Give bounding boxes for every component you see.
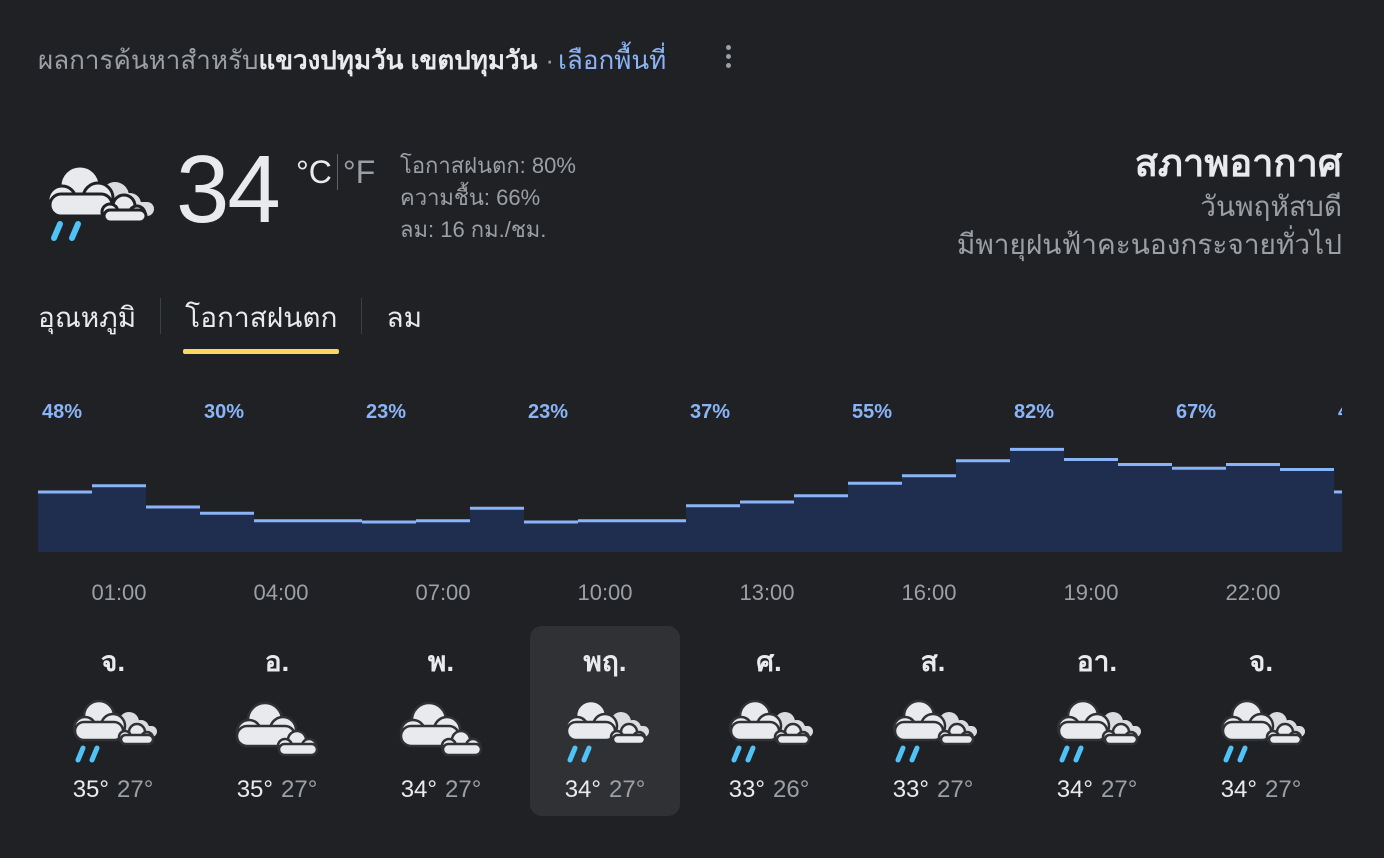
humidity-text: ความชื้น: 66%	[400, 185, 541, 210]
precipitation-label: 30%	[204, 401, 244, 423]
day-name: อา.	[1076, 646, 1118, 677]
more-options-icon[interactable]	[716, 40, 740, 72]
low-temp: 27°	[937, 776, 974, 803]
current-temperature: 34	[176, 136, 281, 243]
low-temp: 27°	[117, 776, 154, 803]
precipitation-chart: 48% 30% 23% 23% 37% 55% 82% 67% 4	[38, 401, 1342, 552]
low-temp: 27°	[1265, 776, 1302, 803]
high-temp: 34°	[1220, 776, 1257, 803]
day-card[interactable]: อา. 34° 27°	[1022, 626, 1172, 816]
day-card[interactable]: พ. 34° 27°	[366, 626, 516, 816]
wind-text: ลม: 16 กม./ชม.	[400, 217, 547, 242]
hour-label: 19:00	[1063, 580, 1119, 605]
hour-labels: 01:00 04:00 07:00 10:00 13:00 16:00 19:00 22:00	[38, 580, 1342, 612]
precipitation-text: โอกาสฝนตก: 80%	[400, 153, 576, 178]
hour-label: 04:00	[253, 580, 309, 605]
day-card[interactable]: ส. 33° 27°	[858, 626, 1008, 816]
day-card[interactable]: ศ. 33° 26°	[694, 626, 844, 816]
precipitation-label: 48%	[42, 401, 82, 423]
day-temperatures: 35° 27°	[38, 776, 188, 804]
unit-divider	[336, 154, 338, 190]
day-card[interactable]: พฤ. 34° 27°	[530, 626, 680, 816]
unit-toggle: °C °F	[296, 154, 375, 191]
precipitation-label: 37%	[690, 401, 730, 423]
rain-cloud-icon	[1056, 699, 1141, 763]
day-temperatures: 34° 27°	[1022, 776, 1172, 804]
fahrenheit-unit[interactable]: °F	[343, 154, 375, 191]
day-temperatures: 33° 27°	[858, 776, 1008, 804]
high-temp: 33°	[728, 776, 765, 803]
daily-forecast: จ. 35° 27° อ. 35° 27° พ. 34° 27° พฤ. 34° 27° ศ. …	[38, 626, 1342, 818]
precipitation-label: 23%	[366, 401, 406, 423]
rain-cloud-icon	[46, 164, 154, 241]
low-temp: 27°	[281, 776, 318, 803]
high-temp: 35°	[72, 776, 109, 803]
day-card[interactable]: จ. 35° 27°	[38, 626, 188, 816]
choose-area-link[interactable]: เลือกพื้นที่	[558, 40, 666, 81]
day-temperatures: 33° 26°	[694, 776, 844, 804]
day-temperatures: 34° 27°	[1186, 776, 1336, 804]
low-temp: 27°	[609, 776, 646, 803]
low-temp: 27°	[445, 776, 482, 803]
search-location-line: ผลการค้นหาสำหรับ แขวงปทุมวัน เขตปทุมวัน …	[38, 40, 666, 81]
hour-label: 10:00	[577, 580, 633, 605]
location-name: แขวงปทุมวัน เขตปทุมวัน	[258, 45, 538, 75]
day-name: ส.	[920, 646, 946, 677]
high-temp: 35°	[236, 776, 273, 803]
tab-wind[interactable]: ลม	[386, 292, 422, 354]
day-name: จ.	[1248, 646, 1274, 677]
precipitation-label: 23%	[528, 401, 568, 423]
precipitation-label: 67%	[1176, 401, 1216, 423]
chart-tabs: อุณหภูมิ โอกาสฝนตก ลม	[38, 292, 422, 354]
day-temperatures: 35° 27°	[202, 776, 352, 804]
day-card[interactable]: จ. 34° 27°	[1186, 626, 1336, 816]
hour-label: 13:00	[739, 580, 795, 605]
day-name: อ.	[264, 646, 290, 677]
rain-cloud-icon	[1220, 699, 1305, 763]
high-temp: 34°	[1056, 776, 1093, 803]
location-prefix: ผลการค้นหาสำหรับ	[38, 45, 259, 75]
cloud-icon	[399, 701, 483, 757]
day-name: พฤ.	[583, 646, 627, 677]
day-temperatures: 34° 27°	[530, 776, 680, 804]
tab-divider	[160, 298, 162, 334]
high-temp: 34°	[564, 776, 601, 803]
precipitation-label: 82%	[1014, 401, 1054, 423]
day-card[interactable]: อ. 35° 27°	[202, 626, 352, 816]
high-temp: 34°	[400, 776, 437, 803]
day-name: พ.	[427, 646, 455, 677]
day-name: ศ.	[756, 646, 782, 677]
precipitation-label: 4	[1338, 401, 1342, 423]
rain-cloud-icon	[72, 699, 157, 763]
tab-precipitation[interactable]: โอกาสฝนตก	[183, 292, 340, 354]
rain-cloud-icon	[728, 699, 813, 763]
weather-summary: สภาพอากาศ วันพฤหัสบดี มีพายุฝนฟ้าคะนองกร…	[957, 140, 1342, 264]
rain-cloud-icon	[564, 699, 649, 763]
tab-divider	[361, 298, 363, 334]
low-temp: 27°	[1101, 776, 1138, 803]
day-name: จ.	[100, 646, 126, 677]
hour-label: 16:00	[901, 580, 957, 605]
weather-day: วันพฤหัสบดี	[1200, 191, 1342, 222]
hour-label: 22:00	[1225, 580, 1281, 605]
weather-details: โอกาสฝนตก: 80% ความชื้น: 66% ลม: 16 กม./…	[400, 150, 576, 246]
separator-dot: ·	[545, 45, 555, 75]
hour-label: 01:00	[91, 580, 147, 605]
cloud-icon	[235, 701, 319, 757]
low-temp: 26°	[773, 776, 810, 803]
weather-title: สภาพอากาศ	[1134, 143, 1342, 185]
hour-label: 07:00	[415, 580, 471, 605]
rain-cloud-icon	[892, 699, 977, 763]
tab-temperature[interactable]: อุณหภูมิ	[38, 292, 136, 354]
precipitation-label: 55%	[852, 401, 892, 423]
weather-condition: มีพายุฝนฟ้าคะนองกระจายทั่วไป	[956, 229, 1342, 260]
high-temp: 33°	[892, 776, 929, 803]
celsius-unit[interactable]: °C	[296, 154, 332, 191]
day-temperatures: 34° 27°	[366, 776, 516, 804]
